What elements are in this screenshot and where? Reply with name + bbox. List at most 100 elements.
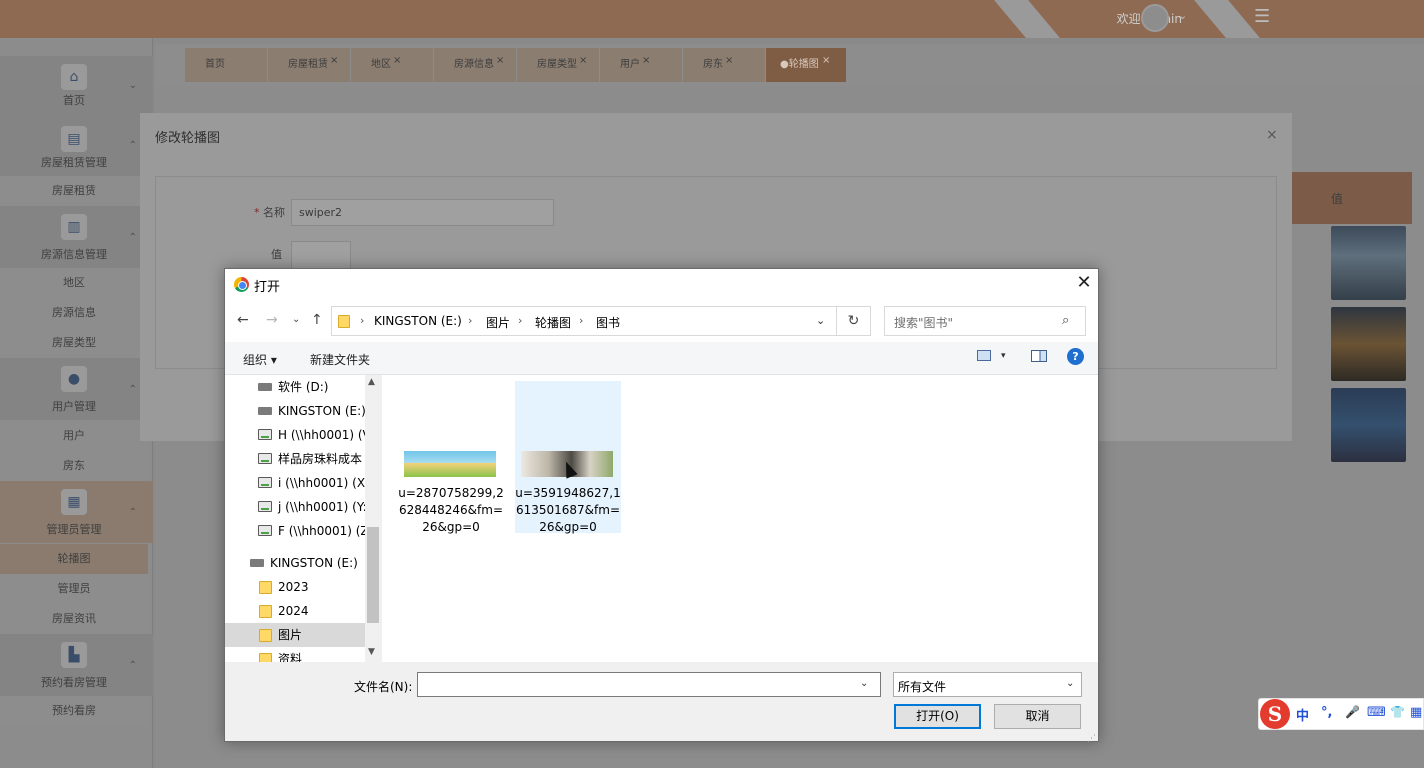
tab-carousel[interactable]: ●轮播图 × — [766, 48, 846, 82]
chevron-down-icon: ⌄ — [1066, 678, 1075, 689]
filename-label: 文件名(N): — [354, 680, 413, 694]
sidebar-item-house-type[interactable]: 房屋类型 — [0, 328, 148, 358]
modal-title: 修改轮播图 — [155, 131, 221, 146]
tree-item-folder-pictures[interactable]: 图片 — [225, 623, 365, 647]
chevron-down-icon[interactable]: ⌄ — [860, 678, 868, 689]
sidebar-group-listings[interactable]: ▥ 房源信息管理 ⌃ — [0, 206, 153, 268]
sidebar-item-admin[interactable]: 管理员 — [0, 574, 148, 604]
tree-item-kingston-root[interactable]: KINGSTON (E:) — [225, 551, 365, 575]
name-input[interactable]: swiper2 — [291, 199, 554, 226]
change-view-icon[interactable] — [977, 350, 991, 361]
close-icon[interactable]: × — [496, 44, 504, 78]
toolbox-icon[interactable]: ▦ — [1410, 705, 1422, 720]
sidebar-item-listing-info[interactable]: 房源信息 — [0, 298, 148, 328]
breadcrumb-pictures[interactable]: 图片 — [486, 314, 510, 331]
name-label-text: 名称 — [263, 206, 285, 219]
close-icon[interactable]: ✕ — [1074, 272, 1094, 293]
close-icon[interactable]: × — [822, 44, 830, 78]
chevron-down-icon[interactable]: ▾ — [1001, 351, 1006, 361]
tree-item-network-v[interactable]: H (\\hh0001) (V: — [225, 423, 365, 447]
close-icon[interactable]: × — [393, 44, 401, 78]
sidebar-item-user[interactable]: 用户 — [0, 421, 148, 451]
breadcrumb-carousel[interactable]: 轮播图 — [535, 314, 571, 331]
sidebar-item-news[interactable]: 房屋资讯 — [0, 604, 148, 634]
sidebar-group-users[interactable]: ● 用户管理 ⌃ — [0, 358, 153, 420]
tree-item-folder-docs[interactable]: 资料 — [225, 647, 365, 662]
tree-item-network-y[interactable]: j (\\hh0001) (Y: — [225, 495, 365, 519]
tree-item-kingston[interactable]: KINGSTON (E:) — [225, 399, 365, 423]
file-item[interactable]: u=2870758299,2628448246&fm=26&gp=0 — [398, 381, 504, 534]
carousel-thumbnail[interactable] — [1331, 226, 1406, 300]
chevron-up-icon: ⌃ — [128, 232, 137, 243]
keyboard-icon[interactable]: ⌨ — [1367, 705, 1386, 720]
punctuation-icon[interactable]: °, — [1321, 705, 1332, 720]
sidebar-item-carousel[interactable]: 轮播图 — [0, 544, 148, 574]
close-icon[interactable]: × — [1266, 127, 1278, 143]
carousel-thumbnail[interactable] — [1331, 388, 1406, 462]
close-icon[interactable]: × — [579, 44, 587, 78]
organize-button[interactable]: 组织 ▾ — [243, 351, 277, 368]
tab-rental[interactable]: 房屋租赁 × — [268, 48, 350, 82]
tree-item-network-sample[interactable]: 样品房珠料成本 — [225, 447, 365, 471]
file-item-selected[interactable]: u=3591948627,1613501687&fm=26&gp=0 — [515, 381, 621, 534]
file-type-select[interactable]: 所有文件 ⌄ — [893, 672, 1082, 697]
carousel-thumbnail[interactable] — [1331, 307, 1406, 381]
forward-arrow-icon[interactable]: → — [266, 312, 278, 328]
navigation-scrollbar[interactable]: ▲ ▼ — [365, 375, 382, 662]
building-icon: ▙ — [61, 642, 87, 668]
sidebar-item-viewing[interactable]: 预约看房 — [0, 696, 148, 726]
up-arrow-icon[interactable]: ↑ — [311, 312, 323, 328]
back-arrow-icon[interactable]: ← — [237, 312, 249, 328]
scroll-up-icon[interactable]: ▲ — [368, 377, 375, 387]
breadcrumb-drive[interactable]: KINGSTON (E:) — [374, 314, 462, 328]
image-upload-box[interactable] — [291, 241, 351, 271]
tree-item-folder-2024[interactable]: 2024 — [225, 599, 365, 623]
resize-grip-icon[interactable]: ⋰ — [1087, 734, 1096, 744]
close-icon[interactable]: × — [725, 44, 733, 78]
microphone-icon[interactable]: 🎤 — [1345, 705, 1360, 719]
hamburger-menu-icon[interactable]: ☰ — [1254, 6, 1270, 27]
chevron-down-icon[interactable]: ⌄ — [1178, 9, 1187, 22]
tree-item-drive-d[interactable]: 软件 (D:) — [225, 375, 365, 399]
refresh-icon[interactable]: ↻ — [837, 306, 871, 336]
tab-region[interactable]: 地区 × — [351, 48, 433, 82]
chevron-down-icon[interactable]: ⌄ — [816, 314, 825, 327]
scroll-down-icon[interactable]: ▼ — [368, 647, 375, 657]
tree-item-network-z[interactable]: F (\\hh0001) (Z: — [225, 519, 365, 543]
recent-locations-chevron-icon[interactable]: ⌄ — [292, 314, 300, 325]
home-icon: ⌂ — [61, 64, 87, 90]
search-input[interactable]: 搜索"图书" ⌕ — [884, 306, 1086, 336]
tree-item-label: 资料 — [278, 652, 303, 662]
open-button[interactable]: 打开(O) — [894, 704, 981, 729]
tree-item-folder-2023[interactable]: 2023 — [225, 575, 365, 599]
help-icon[interactable]: ? — [1067, 348, 1084, 365]
sidebar-item-rental[interactable]: 房屋租赁 — [0, 176, 148, 206]
sidebar-group-rental[interactable]: ▤ 房屋租赁管理 ⌃ — [0, 118, 153, 176]
tab-house-type[interactable]: 房屋类型 × — [517, 48, 599, 82]
sidebar-group-admin[interactable]: ▦ 管理员管理 ⌃ — [0, 481, 153, 543]
sidebar-group-home[interactable]: ⌂ 首页 ⌄ — [0, 56, 153, 118]
cancel-button[interactable]: 取消 — [994, 704, 1081, 729]
search-icon[interactable]: ⌕ — [1062, 313, 1069, 328]
avatar[interactable] — [1141, 4, 1169, 32]
chinese-mode-icon[interactable]: 中 — [1296, 705, 1309, 724]
tab-home[interactable]: 首页 — [185, 48, 267, 82]
sidebar-item-landlord[interactable]: 房东 — [0, 451, 148, 481]
sidebar-group-label: 首页 — [63, 94, 85, 107]
sidebar-item-region[interactable]: 地区 — [0, 268, 148, 298]
tree-item-network-x[interactable]: i (\\hh0001) (X: — [225, 471, 365, 495]
sidebar-group-viewing[interactable]: ▙ 预约看房管理 ⌃ — [0, 634, 153, 696]
preview-pane-icon[interactable] — [1031, 350, 1047, 362]
address-bar[interactable]: › KINGSTON (E:) › 图片 › 轮播图 › 图书 ⌄ — [331, 306, 837, 336]
sogou-logo-icon[interactable]: S — [1260, 699, 1290, 729]
scrollbar-thumb[interactable] — [367, 527, 379, 623]
filename-input[interactable]: ⌄ — [417, 672, 881, 697]
tab-listing-info[interactable]: 房源信息 × — [434, 48, 516, 82]
close-icon[interactable]: × — [330, 44, 338, 78]
new-folder-button[interactable]: 新建文件夹 — [310, 351, 370, 368]
skin-icon[interactable]: 👕 — [1390, 705, 1405, 719]
breadcrumb-books[interactable]: 图书 — [596, 314, 620, 331]
tab-landlord[interactable]: 房东 × — [683, 48, 765, 82]
close-icon[interactable]: × — [642, 44, 650, 78]
tab-user[interactable]: 用户 × — [600, 48, 682, 82]
